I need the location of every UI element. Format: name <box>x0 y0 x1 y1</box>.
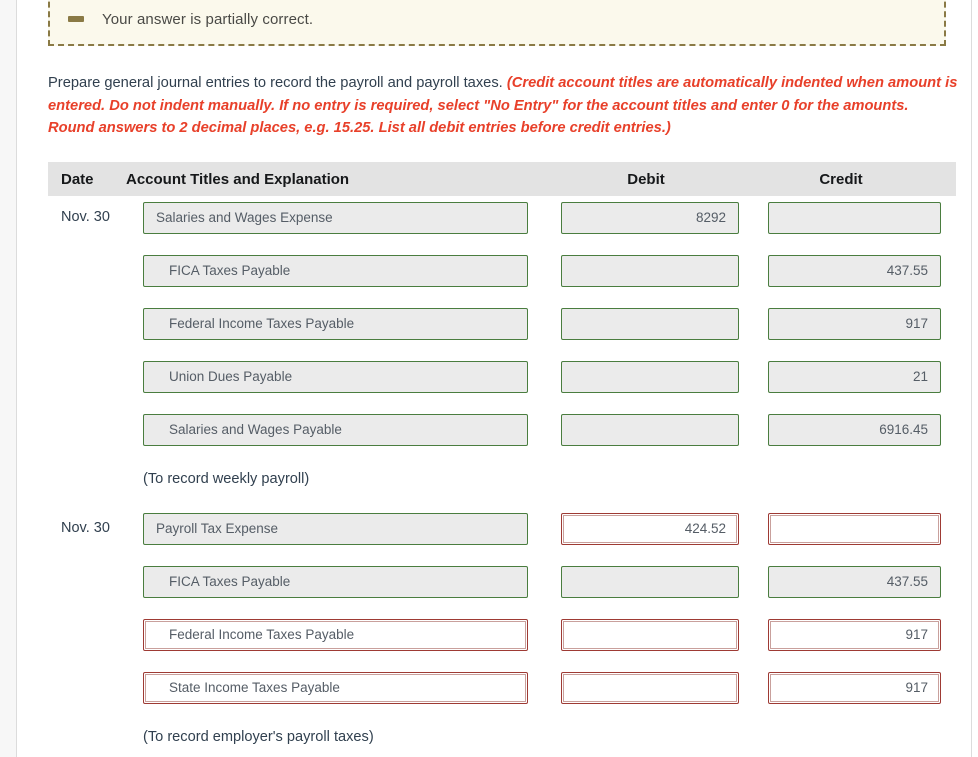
debit-amount-input[interactable] <box>561 672 739 704</box>
table-row: Union Dues Payable 21 <box>48 355 956 408</box>
memo-row-payroll-taxes: (To record employer's payroll taxes) <box>48 719 956 757</box>
cell-account: FICA Taxes Payable <box>143 249 561 287</box>
memo-employer-taxes: (To record employer's payroll taxes) <box>143 729 374 745</box>
cell-account: Salaries and Wages Expense <box>143 196 561 234</box>
account-title-select[interactable]: FICA Taxes Payable <box>143 255 528 287</box>
debit-amount-input[interactable] <box>561 619 739 651</box>
credit-amount-input[interactable]: 917 <box>768 308 941 340</box>
table-row: Federal Income Taxes Payable 917 <box>48 302 956 355</box>
credit-amount-input[interactable]: 917 <box>768 672 941 704</box>
table-row: Nov. 30 Salaries and Wages Expense 8292 <box>48 196 956 249</box>
cell-account: Federal Income Taxes Payable <box>143 302 561 340</box>
account-title-select[interactable]: Federal Income Taxes Payable <box>143 619 528 651</box>
cell-debit: 424.52 <box>561 507 768 545</box>
debit-amount-input[interactable] <box>561 414 739 446</box>
cell-debit <box>561 666 768 704</box>
table-header-row: Date Account Titles and Explanation Debi… <box>48 162 956 196</box>
cell-debit <box>561 302 768 340</box>
account-title-select[interactable]: Salaries and Wages Payable <box>143 414 528 446</box>
debit-amount-input[interactable] <box>561 361 739 393</box>
cell-credit: 6916.45 <box>768 408 956 446</box>
minus-dash-icon <box>68 16 84 22</box>
column-header-date: Date <box>61 170 94 188</box>
column-header-credit: Credit <box>819 170 863 188</box>
account-title-select[interactable]: Salaries and Wages Expense <box>143 202 528 234</box>
cell-date <box>48 613 143 626</box>
cell-debit <box>561 613 768 651</box>
cell-credit <box>768 196 956 234</box>
cell-credit: 437.55 <box>768 249 956 287</box>
cell-credit: 21 <box>768 355 956 393</box>
cell-date <box>48 666 143 679</box>
credit-amount-input[interactable]: 6916.45 <box>768 414 941 446</box>
memo-row-payroll: (To record weekly payroll) <box>48 461 956 507</box>
cell-credit: 917 <box>768 613 956 651</box>
cell-credit: 437.55 <box>768 560 956 598</box>
column-header-debit: Debit <box>627 170 665 188</box>
account-title-select[interactable]: FICA Taxes Payable <box>143 566 528 598</box>
cell-credit: 917 <box>768 666 956 704</box>
content-area: Your answer is partially correct. Prepar… <box>18 0 971 757</box>
credit-amount-input[interactable]: 437.55 <box>768 255 941 287</box>
table-row: FICA Taxes Payable 437.55 <box>48 560 956 613</box>
cell-debit <box>561 249 768 287</box>
cell-account: FICA Taxes Payable <box>143 560 561 598</box>
debit-amount-input[interactable] <box>561 566 739 598</box>
cell-date: Nov. 30 <box>61 520 110 536</box>
cell-debit <box>561 355 768 393</box>
debit-amount-input[interactable]: 8292 <box>561 202 739 234</box>
table-row: FICA Taxes Payable 437.55 <box>48 249 956 302</box>
cell-account: Salaries and Wages Payable <box>143 408 561 446</box>
cell-date <box>48 249 143 262</box>
memo-weekly-payroll: (To record weekly payroll) <box>143 471 310 487</box>
cell-date: Nov. 30 <box>61 209 110 225</box>
column-header-account: Account Titles and Explanation <box>126 170 350 188</box>
cell-credit <box>768 507 956 545</box>
cell-account: Union Dues Payable <box>143 355 561 393</box>
cell-account: Payroll Tax Expense <box>143 507 561 545</box>
journal-entry-table: Date Account Titles and Explanation Debi… <box>48 162 958 757</box>
credit-amount-input[interactable] <box>768 513 941 545</box>
cell-date <box>48 408 143 421</box>
account-title-select[interactable]: Federal Income Taxes Payable <box>143 308 528 340</box>
table-row: Salaries and Wages Payable 6916.45 <box>48 408 956 461</box>
cell-date <box>48 355 143 368</box>
cell-credit: 917 <box>768 302 956 340</box>
cell-debit <box>561 408 768 446</box>
entry-group-payroll: Nov. 30 Salaries and Wages Expense 8292 FIC… <box>48 196 958 461</box>
debit-amount-input[interactable] <box>561 255 739 287</box>
alert-message: Your answer is partially correct. <box>102 10 314 28</box>
instructions-lead: Prepare general journal entries to recor… <box>48 75 503 91</box>
account-title-select[interactable]: Union Dues Payable <box>143 361 528 393</box>
credit-amount-input[interactable]: 21 <box>768 361 941 393</box>
instructions: Prepare general journal entries to recor… <box>48 72 958 140</box>
cell-date <box>48 560 143 573</box>
table-row: Nov. 30 Payroll Tax Expense 424.52 <box>48 507 956 560</box>
entry-group-payroll-taxes: Nov. 30 Payroll Tax Expense 424.52 FICA Tax… <box>48 507 958 719</box>
left-gutter <box>0 0 17 757</box>
right-border <box>971 0 972 757</box>
debit-amount-input[interactable] <box>561 308 739 340</box>
credit-amount-input[interactable]: 437.55 <box>768 566 941 598</box>
account-title-select[interactable]: Payroll Tax Expense <box>143 513 528 545</box>
debit-amount-input[interactable]: 424.52 <box>561 513 739 545</box>
table-row: Federal Income Taxes Payable 917 <box>48 613 956 666</box>
cell-account: State Income Taxes Payable <box>143 666 561 704</box>
partial-correct-alert: Your answer is partially correct. <box>48 0 946 46</box>
credit-amount-input[interactable] <box>768 202 941 234</box>
cell-account: Federal Income Taxes Payable <box>143 613 561 651</box>
cell-date <box>48 302 143 315</box>
table-row: State Income Taxes Payable 917 <box>48 666 956 719</box>
cell-debit: 8292 <box>561 196 768 234</box>
credit-amount-input[interactable]: 917 <box>768 619 941 651</box>
cell-debit <box>561 560 768 598</box>
account-title-select[interactable]: State Income Taxes Payable <box>143 672 528 704</box>
page-root: Your answer is partially correct. Prepar… <box>0 0 978 757</box>
